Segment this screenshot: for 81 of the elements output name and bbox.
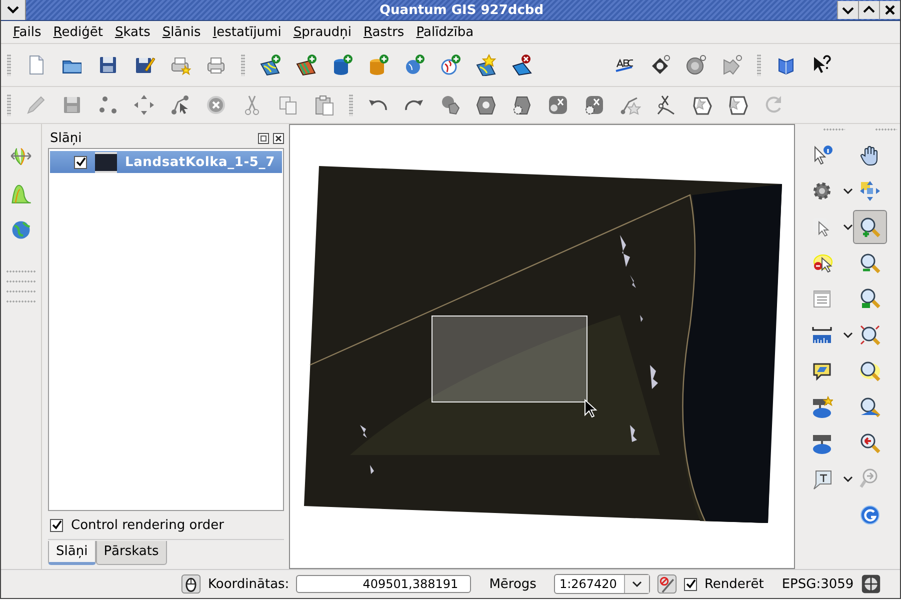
menu-item[interactable]: Slānis (156, 24, 207, 40)
layer-thumbnail (95, 152, 117, 172)
scale-combo[interactable]: 1:267420 (554, 574, 650, 594)
caret-icon[interactable] (843, 476, 853, 482)
menu-item[interactable]: Rastrs (358, 24, 410, 40)
mouse-icon[interactable] (181, 574, 201, 594)
float-icon[interactable] (258, 132, 269, 144)
refresh-icon[interactable] (859, 504, 881, 526)
maximize-icon[interactable] (863, 5, 875, 15)
tab[interactable]: Pārskats (96, 541, 167, 565)
menu-item[interactable]: Iestatījumi (206, 24, 288, 40)
text-annotation-icon[interactable] (811, 468, 833, 490)
new-bookmark-icon[interactable] (811, 396, 833, 418)
points-icon[interactable] (97, 94, 119, 116)
add-database-icon[interactable] (367, 54, 389, 76)
polygon-part-icon[interactable] (511, 94, 533, 116)
crs-label[interactable]: EPSG:3059 (782, 576, 854, 592)
delete-part-icon[interactable] (583, 94, 605, 116)
move-arrows-icon[interactable] (133, 94, 155, 116)
minimize-icon[interactable] (842, 5, 854, 15)
checkbox[interactable] (684, 578, 698, 590)
panel-title: Slāņi (49, 130, 83, 146)
help-pointer-icon[interactable] (811, 54, 833, 76)
zoom-out-icon[interactable] (859, 252, 881, 274)
zoom-selection-icon[interactable] (859, 360, 881, 382)
polygon-star-icon[interactable] (691, 94, 713, 116)
window-menu-icon[interactable] (7, 6, 19, 14)
toolbar-handle[interactable] (349, 94, 353, 116)
toolbar-handle[interactable] (7, 94, 11, 116)
toolbar-handle[interactable] (757, 54, 761, 76)
tab[interactable]: Slāņi (48, 541, 96, 565)
add-globe-icon[interactable] (439, 54, 461, 76)
new-layer-star-icon[interactable] (475, 54, 497, 76)
pan-arrows-icon[interactable] (859, 180, 881, 202)
close-icon[interactable] (273, 132, 284, 144)
remove-layer-icon[interactable] (511, 54, 533, 76)
gear-icon[interactable] (811, 180, 833, 202)
checkbox[interactable] (74, 156, 87, 168)
zoom-last-icon[interactable] (859, 396, 881, 418)
add-raster-layer-icon[interactable] (295, 54, 317, 76)
caret-icon[interactable] (843, 224, 853, 230)
node-tool-icon[interactable] (169, 94, 191, 116)
copy-icon[interactable] (277, 94, 299, 116)
zoom-full-icon[interactable] (859, 324, 881, 346)
menu-item[interactable]: Palīdzība (410, 24, 480, 40)
add-database-icon[interactable] (331, 54, 353, 76)
checkbox-label: Control rendering order (71, 518, 224, 532)
zoom-in-icon[interactable] (859, 216, 881, 238)
window-title: Quantum GIS 927dcbd (378, 2, 545, 18)
zoom-in-button[interactable] (853, 210, 887, 244)
menu-item[interactable]: Skats (108, 24, 156, 40)
caret-icon[interactable] (632, 581, 642, 587)
tag-icon[interactable] (685, 54, 707, 76)
projection-icon[interactable] (860, 574, 881, 594)
caret-icon[interactable] (843, 188, 853, 194)
polygon-ring-icon[interactable] (439, 94, 461, 116)
paste-icon[interactable] (313, 94, 335, 116)
delete-ring-icon[interactable] (547, 94, 569, 116)
close-icon[interactable] (884, 4, 896, 16)
deselect-icon[interactable] (811, 252, 833, 274)
menu-item[interactable]: Rediģēt (47, 24, 109, 40)
checkbox[interactable] (50, 518, 63, 532)
stop-render-icon[interactable] (657, 574, 678, 594)
polygon-ring-icon[interactable] (475, 94, 497, 116)
polygon-star-icon[interactable] (727, 94, 749, 116)
menu-item[interactable]: Spraudņi (287, 24, 358, 40)
scissors-line-icon[interactable] (655, 94, 677, 116)
menu-item[interactable]: Fails (7, 24, 48, 40)
zoom-layer-icon[interactable] (859, 288, 881, 310)
toolbar-handle[interactable] (241, 54, 245, 76)
zoom-back-icon[interactable] (859, 432, 881, 454)
coordinates-field[interactable]: 409501,388191 (296, 575, 472, 593)
checkbox-label: Renderēt (704, 576, 764, 592)
coordinates-label: Koordinātas: (208, 576, 290, 592)
table-icon[interactable] (811, 288, 833, 310)
delete-icon[interactable] (205, 94, 227, 116)
add-globe-icon[interactable] (403, 54, 425, 76)
add-vector-layer-icon[interactable] (259, 54, 281, 76)
toolbar-handle[interactable] (7, 54, 11, 76)
caret-icon[interactable] (843, 332, 853, 338)
scale-label: Mērogs (489, 576, 536, 592)
